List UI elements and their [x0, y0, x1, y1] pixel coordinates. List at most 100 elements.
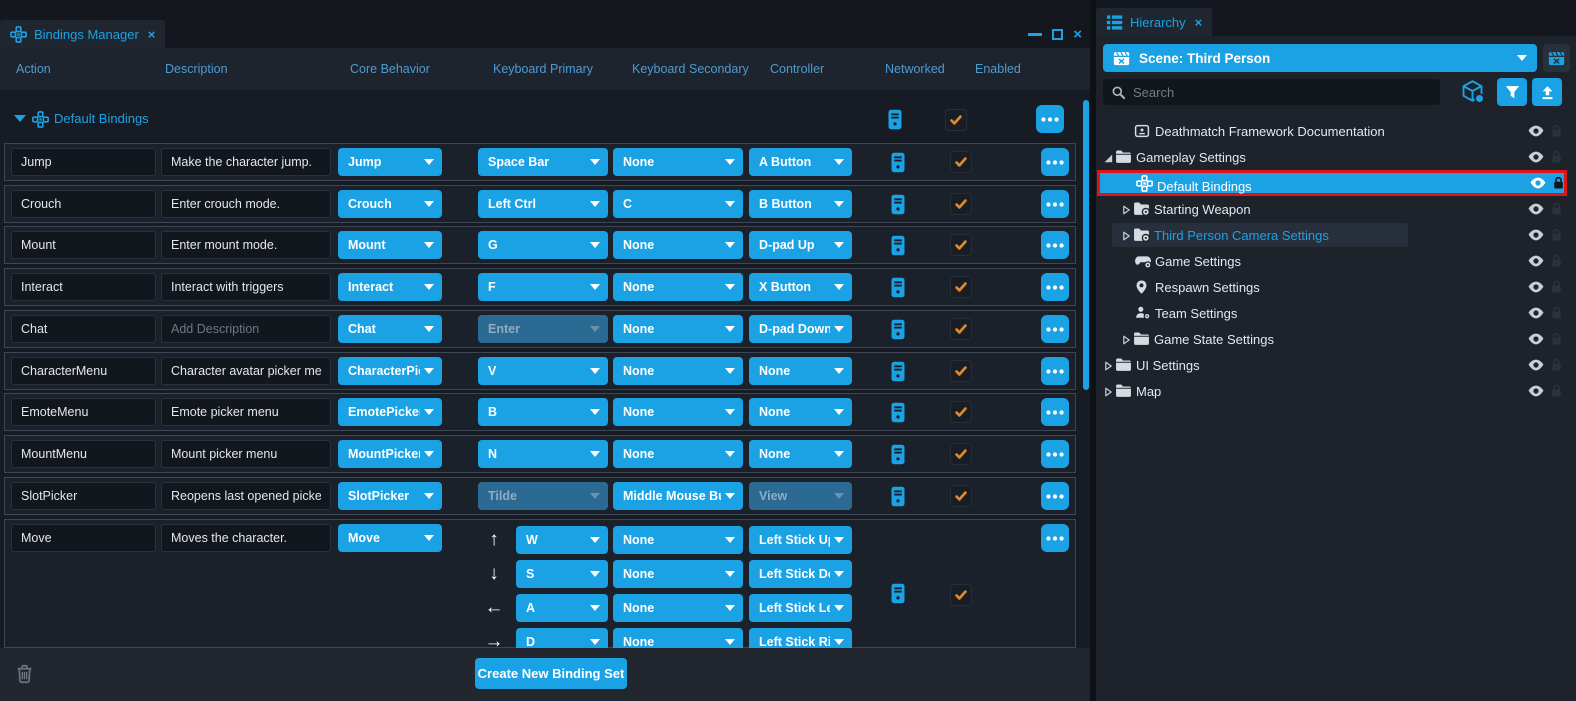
keyboard-secondary-dropdown[interactable]: None: [613, 357, 743, 385]
eye-visibility-icon[interactable]: [1528, 385, 1544, 397]
lock-icon[interactable]: [1550, 202, 1563, 216]
controller-dropdown[interactable]: X Button: [749, 273, 852, 301]
lock-icon[interactable]: [1550, 384, 1563, 398]
eye-visibility-icon[interactable]: [1528, 333, 1544, 345]
lock-icon[interactable]: [1550, 150, 1563, 164]
action-input[interactable]: [11, 315, 156, 343]
core-behavior-dropdown[interactable]: Chat: [338, 315, 442, 343]
networked-icon[interactable]: [890, 486, 906, 507]
keyboard-secondary-dropdown[interactable]: None: [613, 526, 743, 554]
more-options-button[interactable]: [1041, 440, 1069, 468]
tree-item-default-bindings[interactable]: Default Bindings: [1097, 170, 1567, 196]
networked-icon[interactable]: [890, 583, 906, 604]
description-input[interactable]: [161, 315, 331, 343]
lock-icon[interactable]: [1550, 124, 1563, 138]
controller-dropdown[interactable]: View: [749, 482, 852, 510]
keyboard-secondary-dropdown[interactable]: None: [613, 273, 743, 301]
eye-visibility-icon[interactable]: [1528, 307, 1544, 319]
keyboard-primary-dropdown[interactable]: S: [516, 560, 608, 588]
controller-dropdown[interactable]: A Button: [749, 148, 852, 176]
keyboard-secondary-dropdown[interactable]: None: [613, 594, 743, 622]
description-input[interactable]: [161, 148, 331, 176]
controller-dropdown[interactable]: None: [749, 440, 852, 468]
more-options-button[interactable]: [1041, 273, 1069, 301]
eye-visibility-icon[interactable]: [1528, 203, 1544, 215]
description-input[interactable]: [161, 357, 331, 385]
description-input[interactable]: [161, 190, 331, 218]
keyboard-secondary-dropdown[interactable]: None: [613, 148, 743, 176]
create-new-binding-set-button[interactable]: Create New Binding Set: [475, 658, 627, 689]
action-input[interactable]: [11, 190, 156, 218]
keyboard-secondary-dropdown[interactable]: None: [613, 231, 743, 259]
controller-dropdown[interactable]: None: [749, 398, 852, 426]
keyboard-secondary-dropdown[interactable]: None: [613, 398, 743, 426]
networked-icon[interactable]: [890, 361, 906, 382]
keyboard-secondary-dropdown[interactable]: C: [613, 190, 743, 218]
eye-visibility-icon[interactable]: [1528, 281, 1544, 293]
enabled-checkbox[interactable]: [950, 193, 972, 215]
tree-item-third-person-camera-settings[interactable]: Third Person Camera Settings: [1098, 222, 1568, 248]
tree-item-respawn-settings[interactable]: Respawn Settings: [1098, 274, 1568, 300]
description-input[interactable]: [161, 231, 331, 259]
tree-item-deathmatch-framework-documentation[interactable]: Deathmatch Framework Documentation: [1098, 118, 1568, 144]
eye-visibility-icon[interactable]: [1530, 177, 1546, 189]
lock-icon[interactable]: [1550, 332, 1563, 346]
more-options-button[interactable]: [1041, 190, 1069, 218]
networked-icon[interactable]: [890, 152, 906, 173]
expand-icon[interactable]: [1102, 385, 1114, 403]
enabled-checkbox[interactable]: [950, 584, 972, 606]
collapse-caret-icon[interactable]: [14, 115, 26, 122]
keyboard-primary-dropdown[interactable]: N: [478, 440, 608, 468]
enabled-checkbox[interactable]: [950, 276, 972, 298]
core-behavior-dropdown[interactable]: SlotPicker: [338, 482, 442, 510]
maximize-icon[interactable]: [1052, 29, 1063, 40]
eye-visibility-icon[interactable]: [1528, 255, 1544, 267]
lock-icon[interactable]: [1550, 280, 1563, 294]
action-input[interactable]: [11, 440, 156, 468]
controller-dropdown[interactable]: None: [749, 357, 852, 385]
lock-icon[interactable]: [1550, 306, 1563, 320]
search-input[interactable]: [1133, 85, 1432, 100]
scene-selector-dropdown[interactable]: Scene: Third Person: [1103, 44, 1537, 72]
more-options-button[interactable]: [1041, 315, 1069, 343]
networked-icon[interactable]: [887, 109, 903, 130]
keyboard-secondary-dropdown[interactable]: Middle Mouse Button: [613, 482, 743, 510]
lock-icon[interactable]: [1550, 228, 1563, 242]
controller-dropdown[interactable]: B Button: [749, 190, 852, 218]
more-options-button[interactable]: [1041, 482, 1069, 510]
filter-button[interactable]: [1497, 78, 1527, 106]
networked-icon[interactable]: [890, 319, 906, 340]
enabled-checkbox[interactable]: [950, 318, 972, 340]
networked-icon[interactable]: [890, 277, 906, 298]
minimize-icon[interactable]: [1028, 33, 1042, 36]
tree-item-team-settings[interactable]: Team Settings: [1098, 300, 1568, 326]
binding-set-label[interactable]: Default Bindings: [54, 111, 149, 126]
expand-icon[interactable]: [1120, 203, 1132, 221]
trash-icon[interactable]: [15, 663, 34, 685]
action-input[interactable]: [11, 357, 156, 385]
keyboard-primary-dropdown[interactable]: W: [516, 526, 608, 554]
eye-visibility-icon[interactable]: [1528, 125, 1544, 137]
keyboard-primary-dropdown[interactable]: G: [478, 231, 608, 259]
more-options-button[interactable]: [1036, 105, 1064, 133]
tree-item-map[interactable]: Map: [1098, 378, 1568, 404]
core-behavior-dropdown[interactable]: Crouch: [338, 190, 442, 218]
core-behavior-dropdown[interactable]: Interact: [338, 273, 442, 301]
enabled-checkbox[interactable]: [950, 443, 972, 465]
action-input[interactable]: [11, 148, 156, 176]
keyboard-primary-dropdown[interactable]: Left Ctrl: [478, 190, 608, 218]
lock-icon[interactable]: [1550, 358, 1563, 372]
controller-dropdown[interactable]: Left Stick Left: [749, 594, 852, 622]
more-options-button[interactable]: [1041, 357, 1069, 385]
tree-item-gameplay-settings[interactable]: Gameplay Settings: [1098, 144, 1568, 170]
controller-dropdown[interactable]: Left Stick Down: [749, 560, 852, 588]
controller-dropdown[interactable]: D-pad Up: [749, 231, 852, 259]
controller-dropdown[interactable]: Left Stick Up: [749, 526, 852, 554]
description-input[interactable]: [161, 273, 331, 301]
enabled-checkbox[interactable]: [950, 485, 972, 507]
enabled-checkbox[interactable]: [950, 234, 972, 256]
keyboard-secondary-dropdown[interactable]: None: [613, 440, 743, 468]
tree-item-ui-settings[interactable]: UI Settings: [1098, 352, 1568, 378]
keyboard-primary-dropdown[interactable]: Tilde: [478, 482, 608, 510]
tree-item-game-settings[interactable]: Game Settings: [1098, 248, 1568, 274]
